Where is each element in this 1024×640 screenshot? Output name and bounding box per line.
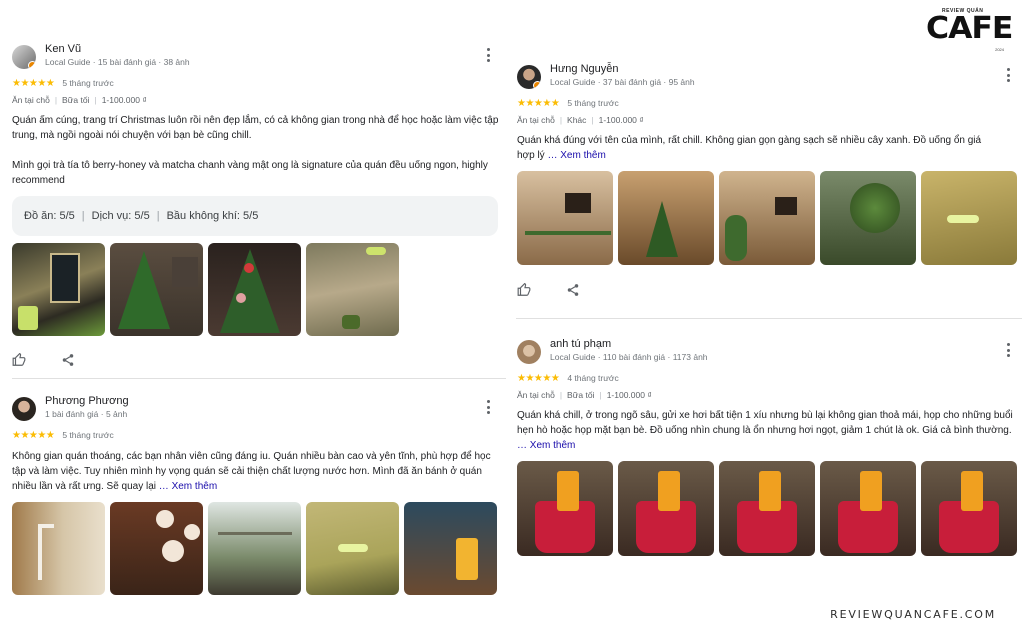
tag: 1-100.000 ₫ bbox=[606, 390, 652, 400]
review-photo[interactable] bbox=[404, 502, 497, 595]
divider bbox=[12, 378, 506, 379]
star-rating: ★★★★★ bbox=[12, 77, 55, 89]
divider bbox=[516, 318, 1022, 319]
tag: Khác bbox=[567, 115, 587, 125]
reviewer-meta: Local Guide · 15 bài đánh giá · 38 ảnh bbox=[45, 57, 190, 67]
tag: Ăn tại chỗ bbox=[517, 390, 555, 400]
more-vert-icon[interactable] bbox=[1003, 67, 1013, 83]
brand-logo-text: CAFE bbox=[926, 11, 1013, 46]
tag: Ăn tại chỗ bbox=[12, 95, 50, 105]
avatar[interactable] bbox=[517, 340, 541, 364]
tag: 1-100.000 ₫ bbox=[598, 115, 644, 125]
review-photo[interactable] bbox=[719, 171, 815, 265]
reviewer-name[interactable]: Ken Vũ bbox=[45, 43, 81, 55]
review-photo[interactable] bbox=[110, 243, 203, 336]
score-food: Đồ ăn: 5/5 bbox=[24, 210, 75, 222]
brand-logo: REVIEW QUÁN CAFE 2024 bbox=[926, 8, 1013, 52]
review-photo[interactable] bbox=[208, 502, 301, 595]
review-photo[interactable] bbox=[306, 502, 399, 595]
share-icon[interactable] bbox=[566, 283, 580, 297]
review-tags: Ăn tại chỗ | Bữa tối | 1-100.000 ₫ bbox=[12, 95, 147, 105]
avatar[interactable] bbox=[517, 65, 541, 89]
review-ken-vu: Ken Vũ Local Guide · 15 bài đánh giá · 3… bbox=[12, 43, 500, 368]
more-vert-icon[interactable] bbox=[483, 399, 493, 415]
more-vert-icon[interactable] bbox=[1003, 342, 1013, 358]
review-text: Quán ấm cúng, trang trí Christmas luôn r… bbox=[12, 115, 499, 186]
star-rating: ★★★★★ bbox=[517, 372, 560, 384]
review-anh-tu-pham: anh tú phạm Local Guide · 110 bài đánh g… bbox=[517, 338, 1017, 556]
tag: Ăn tại chỗ bbox=[517, 115, 555, 125]
review-photo[interactable] bbox=[12, 243, 105, 336]
more-vert-icon[interactable] bbox=[483, 47, 493, 63]
score-atmosphere: Bầu không khí: 5/5 bbox=[166, 210, 259, 222]
avatar[interactable] bbox=[12, 45, 36, 69]
review-photo[interactable] bbox=[618, 171, 714, 265]
thumbs-up-icon[interactable] bbox=[517, 283, 531, 297]
review-photo[interactable] bbox=[820, 171, 916, 265]
review-text: Quán khá đúng với tên của mình, rất chil… bbox=[517, 135, 982, 161]
review-tags: Ăn tại chỗ | Khác | 1-100.000 ₫ bbox=[517, 115, 644, 125]
review-photo[interactable] bbox=[719, 461, 815, 556]
review-date: 5 tháng trước bbox=[62, 430, 114, 440]
review-date: 4 tháng trước bbox=[567, 373, 619, 383]
score-service: Dịch vụ: 5/5 bbox=[91, 210, 150, 222]
review-photo[interactable] bbox=[517, 461, 613, 556]
reviewer-meta: 1 bài đánh giá · 5 ảnh bbox=[45, 409, 128, 419]
site-watermark: REVIEWQUANCAFE.COM bbox=[830, 608, 996, 621]
reviewer-name[interactable]: Phương Phương bbox=[45, 395, 129, 407]
review-photo[interactable] bbox=[12, 502, 105, 595]
brand-logo-year: 2024 bbox=[995, 47, 1004, 52]
review-hung-nguyen: Hưng Nguyễn Local Guide · 37 bài đánh gi… bbox=[517, 63, 1017, 298]
reviewer-name[interactable]: Hưng Nguyễn bbox=[550, 63, 619, 75]
see-more-link[interactable]: … Xem thêm bbox=[547, 150, 605, 161]
review-date: 5 tháng trước bbox=[567, 98, 619, 108]
review-photo[interactable] bbox=[110, 502, 203, 595]
review-photo[interactable] bbox=[517, 171, 613, 265]
star-rating: ★★★★★ bbox=[517, 97, 560, 109]
score-summary: Đồ ăn: 5/5 | Dịch vụ: 5/5 | Bầu không khí:… bbox=[12, 196, 498, 236]
review-photo[interactable] bbox=[618, 461, 714, 556]
see-more-link[interactable]: … Xem thêm bbox=[159, 481, 217, 492]
tag: Bữa tối bbox=[62, 95, 90, 105]
review-photo[interactable] bbox=[306, 243, 399, 336]
reviewer-name[interactable]: anh tú phạm bbox=[550, 338, 611, 350]
avatar[interactable] bbox=[12, 397, 36, 421]
see-more-link[interactable]: … Xem thêm bbox=[517, 440, 575, 451]
review-text: Không gian quán thoáng, các bạn nhân viê… bbox=[12, 451, 491, 492]
review-photo[interactable] bbox=[820, 461, 916, 556]
thumbs-up-icon[interactable] bbox=[12, 353, 26, 367]
reviewer-meta: Local Guide · 37 bài đánh giá · 95 ảnh bbox=[550, 77, 695, 87]
share-icon[interactable] bbox=[61, 353, 75, 367]
review-photo[interactable] bbox=[921, 171, 1017, 265]
review-tags: Ăn tại chỗ | Bữa tối | 1-100.000 ₫ bbox=[517, 390, 652, 400]
review-photo[interactable] bbox=[208, 243, 301, 336]
review-phuong-phuong: Phương Phương 1 bài đánh giá · 5 ảnh ★★★… bbox=[12, 395, 500, 595]
tag: Bữa tối bbox=[567, 390, 595, 400]
review-date: 5 tháng trước bbox=[62, 78, 114, 88]
star-rating: ★★★★★ bbox=[12, 429, 55, 441]
tag: 1-100.000 ₫ bbox=[101, 95, 147, 105]
review-photo[interactable] bbox=[921, 461, 1017, 556]
reviewer-meta: Local Guide · 110 bài đánh giá · 1173 ản… bbox=[550, 352, 708, 362]
review-text: Quán khá chill, ở trong ngõ sâu, gửi xe … bbox=[517, 410, 1013, 451]
